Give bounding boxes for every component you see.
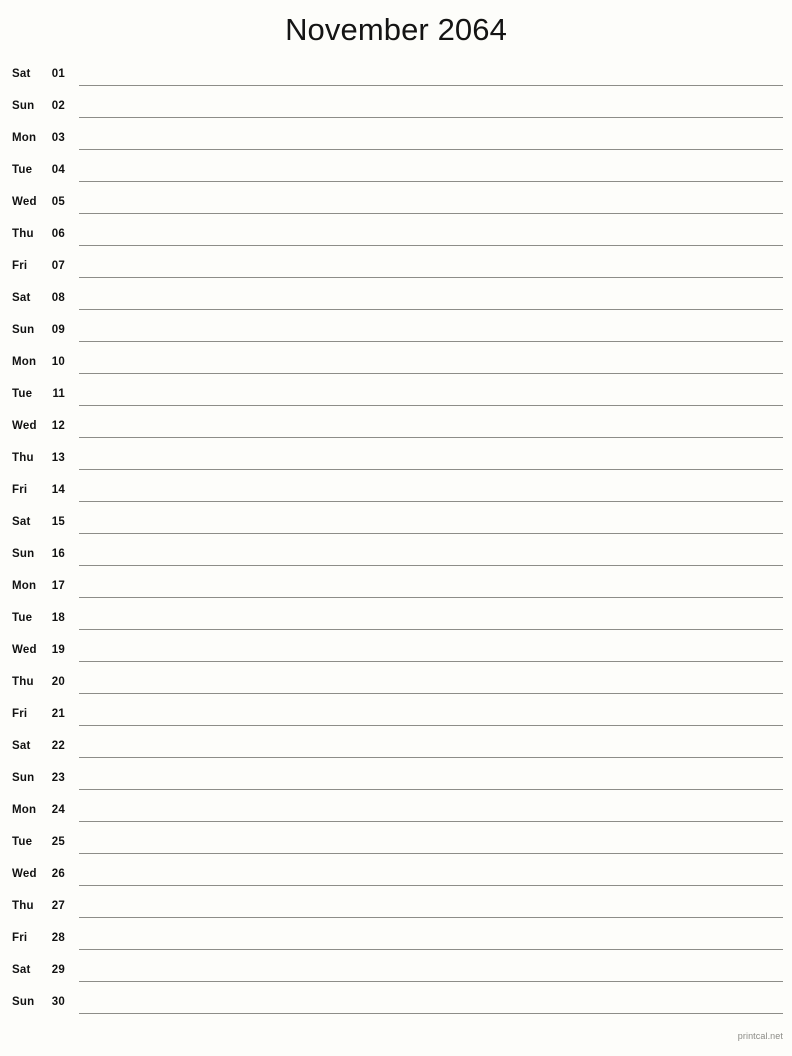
- day-writing-line[interactable]: [79, 405, 783, 406]
- day-row[interactable]: Mon 17: [0, 572, 792, 604]
- day-writing-line[interactable]: [79, 1013, 783, 1014]
- day-date-number: 28: [51, 932, 65, 944]
- day-weekday-label: Fri: [12, 260, 28, 272]
- day-date-number: 09: [51, 324, 65, 336]
- day-date-number: 07: [51, 260, 65, 272]
- day-date-number: 27: [51, 900, 65, 912]
- day-row[interactable]: Mon 03: [0, 124, 792, 156]
- day-writing-line[interactable]: [79, 757, 783, 758]
- day-writing-line[interactable]: [79, 853, 783, 854]
- day-row[interactable]: Fri 28: [0, 924, 792, 956]
- day-writing-line[interactable]: [79, 117, 783, 118]
- day-row[interactable]: Tue 18: [0, 604, 792, 636]
- day-row[interactable]: Sun 23: [0, 764, 792, 796]
- day-row[interactable]: Sat 08: [0, 284, 792, 316]
- day-writing-line[interactable]: [79, 277, 783, 278]
- day-date-number: 14: [51, 484, 65, 496]
- day-row[interactable]: Sat 22: [0, 732, 792, 764]
- day-row[interactable]: Mon 10: [0, 348, 792, 380]
- day-date-number: 25: [51, 836, 65, 848]
- day-row[interactable]: Wed 05: [0, 188, 792, 220]
- day-row-list: Sat 01 Sun 02 Mon 03 Tue 04 Wed 05 Thu 06 Fri 07 Sat 08…: [0, 60, 792, 1020]
- day-date-number: 20: [51, 676, 65, 688]
- day-row[interactable]: Thu 13: [0, 444, 792, 476]
- day-writing-line[interactable]: [79, 181, 783, 182]
- day-writing-line[interactable]: [79, 885, 783, 886]
- day-date-number: 10: [51, 356, 65, 368]
- day-writing-line[interactable]: [79, 693, 783, 694]
- day-date-number: 02: [51, 100, 65, 112]
- day-date-number: 03: [51, 132, 65, 144]
- day-writing-line[interactable]: [79, 661, 783, 662]
- day-writing-line[interactable]: [79, 501, 783, 502]
- day-writing-line[interactable]: [79, 341, 783, 342]
- day-writing-line[interactable]: [79, 789, 783, 790]
- page-title: November 2064: [285, 12, 507, 47]
- day-date-number: 22: [51, 740, 65, 752]
- day-writing-line[interactable]: [79, 85, 783, 86]
- day-writing-line[interactable]: [79, 373, 783, 374]
- day-writing-line[interactable]: [79, 245, 783, 246]
- day-writing-line[interactable]: [79, 725, 783, 726]
- day-date-number: 29: [51, 964, 65, 976]
- day-writing-line[interactable]: [79, 565, 783, 566]
- calendar-page: November 2064 Sat 01 Sun 02 Mon 03 Tue 04 Wed 05 T…: [0, 0, 792, 1056]
- day-row[interactable]: Sat 29: [0, 956, 792, 988]
- footer-source-label: printcal.net: [737, 1031, 783, 1041]
- day-row[interactable]: Sat 15: [0, 508, 792, 540]
- day-weekday-label: Fri: [12, 708, 28, 720]
- day-writing-line[interactable]: [79, 981, 783, 982]
- day-date-number: 11: [52, 388, 65, 400]
- day-row[interactable]: Sun 30: [0, 988, 792, 1020]
- day-writing-line[interactable]: [79, 629, 783, 630]
- day-row[interactable]: Sun 02: [0, 92, 792, 124]
- day-row[interactable]: Sun 16: [0, 540, 792, 572]
- day-date-number: 01: [51, 68, 65, 80]
- day-writing-line[interactable]: [79, 949, 783, 950]
- day-writing-line[interactable]: [79, 437, 783, 438]
- day-row[interactable]: Tue 11: [0, 380, 792, 412]
- day-row[interactable]: Thu 06: [0, 220, 792, 252]
- day-row[interactable]: Fri 14: [0, 476, 792, 508]
- day-writing-line[interactable]: [79, 213, 783, 214]
- day-date-number: 19: [51, 644, 65, 656]
- day-weekday-label: Fri: [12, 932, 28, 944]
- day-row[interactable]: Tue 04: [0, 156, 792, 188]
- day-row[interactable]: Tue 25: [0, 828, 792, 860]
- day-date-number: 24: [51, 804, 65, 816]
- day-date-number: 16: [51, 548, 65, 560]
- day-row[interactable]: Sat 01: [0, 60, 792, 92]
- day-date-number: 04: [51, 164, 65, 176]
- day-date-number: 30: [51, 996, 65, 1008]
- day-weekday-label: Fri: [12, 484, 28, 496]
- day-date-number: 08: [51, 292, 65, 304]
- day-writing-line[interactable]: [79, 469, 783, 470]
- day-row[interactable]: Fri 07: [0, 252, 792, 284]
- day-row[interactable]: Fri 21: [0, 700, 792, 732]
- day-date-number: 26: [51, 868, 65, 880]
- day-date-number: 17: [51, 580, 65, 592]
- day-date-number: 15: [51, 516, 65, 528]
- day-writing-line[interactable]: [79, 917, 783, 918]
- day-writing-line[interactable]: [79, 149, 783, 150]
- day-row[interactable]: Wed 26: [0, 860, 792, 892]
- day-row[interactable]: Thu 20: [0, 668, 792, 700]
- day-date-number: 05: [51, 196, 65, 208]
- day-date-number: 06: [51, 228, 65, 240]
- day-date-number: 12: [51, 420, 65, 432]
- day-row[interactable]: Wed 12: [0, 412, 792, 444]
- day-date-number: 23: [51, 772, 65, 784]
- day-date-number: 18: [51, 612, 65, 624]
- day-writing-line[interactable]: [79, 597, 783, 598]
- day-writing-line[interactable]: [79, 821, 783, 822]
- day-row[interactable]: Mon 24: [0, 796, 792, 828]
- day-date-number: 13: [51, 452, 65, 464]
- day-writing-line[interactable]: [79, 533, 783, 534]
- day-date-number: 21: [51, 708, 65, 720]
- day-writing-line[interactable]: [79, 309, 783, 310]
- day-row[interactable]: Wed 19: [0, 636, 792, 668]
- day-row[interactable]: Thu 27: [0, 892, 792, 924]
- day-row[interactable]: Sun 09: [0, 316, 792, 348]
